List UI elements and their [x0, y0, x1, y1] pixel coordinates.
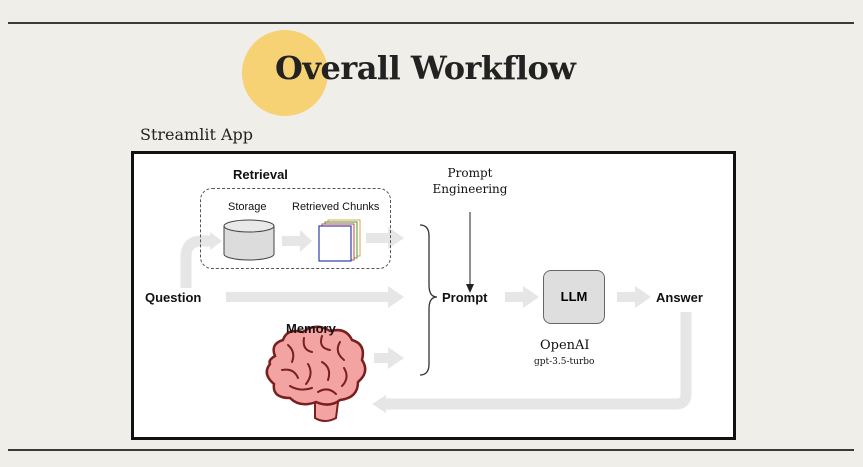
question-label: Question	[145, 290, 202, 305]
workflow-diagram	[180, 212, 692, 422]
prompt-to-llm-arrow	[523, 286, 539, 308]
prompt-label: Prompt	[442, 290, 488, 305]
brace-icon	[419, 224, 438, 376]
memory-label: Memory	[286, 321, 336, 336]
memory-to-prompt-arrow	[388, 347, 404, 369]
answer-label: Answer	[656, 290, 703, 305]
question-to-prompt-arrow	[388, 286, 404, 308]
brain-icon	[265, 325, 367, 422]
bottom-divider	[8, 449, 854, 451]
retrieved-chunks-label: Retrieved Chunks	[292, 201, 380, 213]
prompt-engineering-label: Prompt Engineering	[432, 166, 508, 196]
llm-box: LLM	[543, 270, 605, 324]
retrieval-title: Retrieval	[233, 167, 288, 182]
model-name: gpt-3.5-turbo	[534, 357, 595, 367]
llm-to-answer-arrow	[635, 286, 651, 308]
provider-name: OpenAI	[540, 338, 590, 353]
storage-label: Storage	[228, 201, 267, 213]
llm-label: LLM	[560, 289, 588, 304]
